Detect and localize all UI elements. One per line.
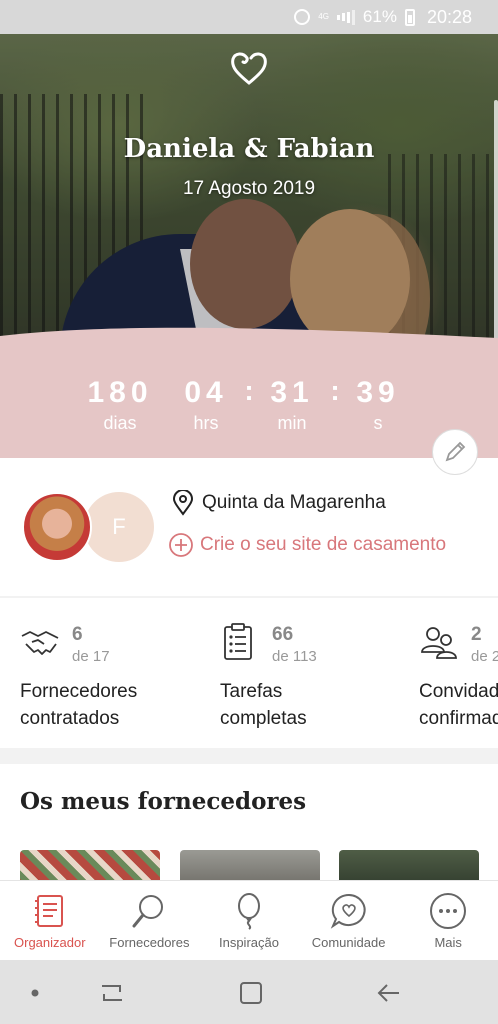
nav-organizador-label: Organizador <box>14 935 86 950</box>
location-pin-icon <box>172 490 194 516</box>
seconds-value: 39 <box>356 376 400 409</box>
countdown-hours: 04 hrs <box>169 376 243 434</box>
bottom-navigation: Organizador Fornecedores Inspiração Comu… <box>0 880 498 960</box>
minutes-label: min <box>277 413 307 433</box>
alarm-icon <box>294 9 311 25</box>
partner-avatar[interactable]: F <box>84 492 154 562</box>
recent-apps-icon[interactable] <box>97 978 127 1008</box>
create-website-link[interactable]: Crie o seu site de casamento <box>168 532 446 558</box>
nav-inspiracao[interactable]: Inspiração <box>199 881 299 960</box>
suppliers-title-line1: Fornecedores <box>20 681 138 702</box>
countdown-days: 180 dias <box>83 376 157 434</box>
suppliers-total: de 17 <box>72 648 110 665</box>
network-type-indicator: 4G <box>318 12 329 21</box>
dot-indicator-icon <box>20 978 50 1008</box>
heart-logo-icon <box>231 52 267 85</box>
add-circle-icon <box>169 533 193 557</box>
scrollbar[interactable] <box>494 100 498 356</box>
chat-heart-icon <box>330 893 366 929</box>
back-arrow-icon[interactable] <box>374 978 404 1008</box>
guests-icon <box>421 627 457 659</box>
guests-title-line2: confirmados <box>419 708 498 729</box>
tasks-title-line1: Tarefas <box>220 681 283 702</box>
handshake-icon <box>21 631 59 655</box>
magnifier-icon <box>132 895 164 928</box>
wave-divider <box>0 327 498 356</box>
venue-row[interactable]: Quinta da Magarenha <box>172 490 386 516</box>
tasks-count: 66 <box>272 624 294 645</box>
clock-time: 20:28 <box>426 6 472 27</box>
bride-avatar[interactable] <box>22 492 92 562</box>
section-title: Os meus fornecedores <box>20 788 307 815</box>
suppliers-title: Fornecedores contratados <box>20 678 137 732</box>
guests-total: de 2 <box>471 648 498 665</box>
nav-fornecedores-label: Fornecedores <box>109 935 190 950</box>
more-dots-icon <box>430 893 467 929</box>
balloon-icon <box>237 893 260 930</box>
countdown-panel: 180 dias 04 hrs : 31 min : 39 s <box>0 327 498 458</box>
nav-inspiracao-label: Inspiração <box>218 935 279 950</box>
suppliers-count: 6 <box>72 624 83 645</box>
supplier-card-2[interactable] <box>180 850 320 880</box>
guests-title-line1: Convidados <box>419 681 498 702</box>
guests-title: Convidados confirmados <box>419 678 498 732</box>
notebook-icon <box>34 895 63 927</box>
nav-organizador[interactable]: Organizador <box>0 881 100 960</box>
countdown-separator: : <box>330 375 340 406</box>
tasks-title: Tarefas completas <box>220 678 307 732</box>
progress-stats: 6 de 17 Fornecedores contratados 66 de 1… <box>0 598 498 748</box>
system-navigation-bar <box>0 960 498 1024</box>
nav-fornecedores[interactable]: Fornecedores <box>100 881 200 960</box>
minutes-value: 31 <box>270 376 314 409</box>
home-button-icon[interactable] <box>236 978 266 1008</box>
days-label: dias <box>103 413 137 433</box>
nav-mais-label: Mais <box>434 935 462 950</box>
supplier-card-3[interactable] <box>339 850 479 880</box>
status-bar: 4G 61% 20:28 <box>0 0 498 34</box>
hours-label: hrs <box>193 413 219 433</box>
nav-comunidade-label: Comunidade <box>311 935 386 950</box>
pencil-icon <box>445 441 466 462</box>
hours-value: 04 <box>184 376 228 409</box>
create-website-label: Crie o seu site de casamento <box>200 534 447 555</box>
edit-cover-button[interactable] <box>432 429 478 475</box>
signal-icon <box>336 9 355 25</box>
supplier-card-1[interactable] <box>20 850 160 880</box>
wedding-date: 17 Agosto 2019 <box>182 178 316 199</box>
couple-names: Daniela & Fabian <box>123 134 375 164</box>
countdown-separator: : <box>244 375 254 406</box>
seconds-label: s <box>373 413 383 433</box>
days-value: 180 <box>87 376 153 409</box>
clipboard-checklist-icon <box>224 623 252 660</box>
guests-count: 2 <box>471 624 482 645</box>
nav-mais[interactable]: Mais <box>398 881 498 960</box>
nav-comunidade[interactable]: Comunidade <box>299 881 399 960</box>
my-suppliers-section: Os meus fornecedores <box>0 764 498 880</box>
cover-photo[interactable]: Daniela & Fabian 17 Agosto 2019 <box>0 34 498 356</box>
couple-info-card: F Quinta da Magarenha Crie o seu site de… <box>0 458 498 596</box>
venue-name: Quinta da Magarenha <box>202 492 386 513</box>
suppliers-title-line2: contratados <box>20 708 120 729</box>
battery-percentage: 61% <box>362 7 397 26</box>
tasks-total: de 113 <box>272 648 317 665</box>
battery-icon <box>404 8 415 26</box>
tasks-title-line2: completas <box>220 708 307 729</box>
countdown-seconds: 39 s <box>341 376 415 434</box>
countdown-minutes: 31 min <box>255 376 329 434</box>
